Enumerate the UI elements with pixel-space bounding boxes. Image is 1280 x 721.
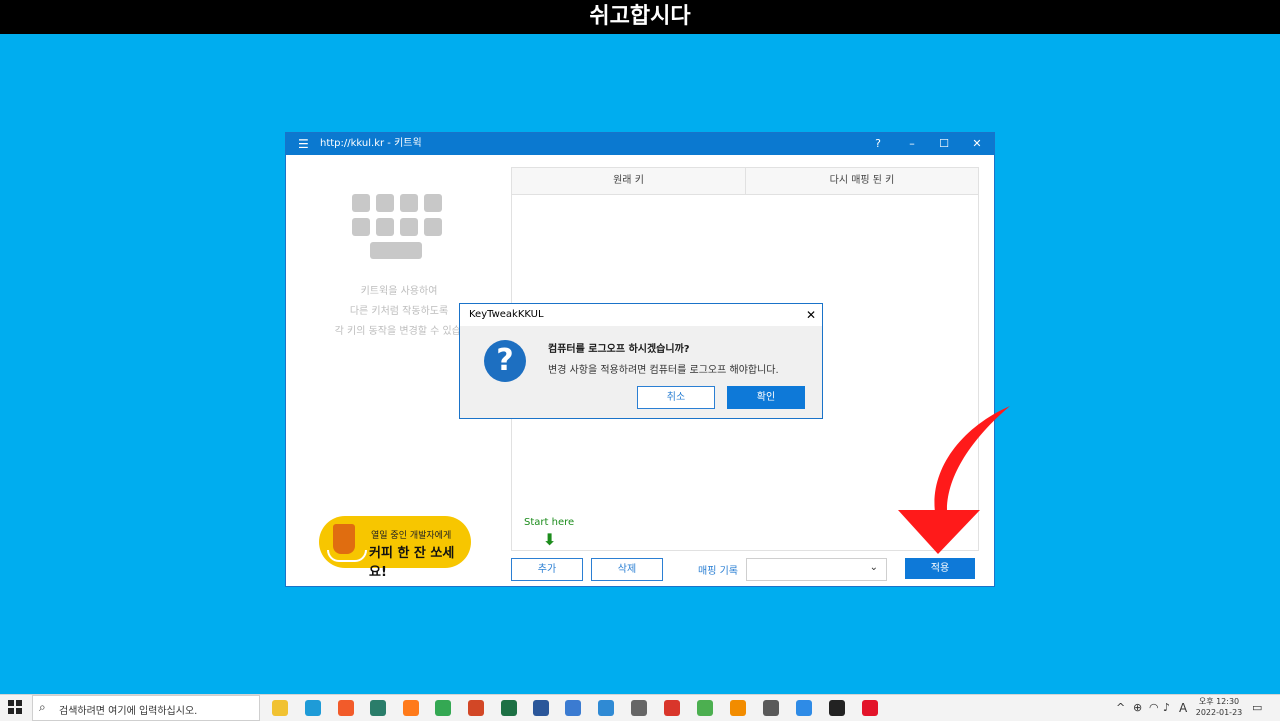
- down-arrow-icon: ⬇: [543, 530, 557, 549]
- word-icon[interactable]: [533, 700, 549, 716]
- vlc-icon[interactable]: [730, 700, 746, 716]
- chevron-up-icon[interactable]: ^: [1116, 701, 1125, 714]
- mapping-history-select[interactable]: ⌄: [746, 558, 887, 581]
- opera-icon[interactable]: [862, 700, 878, 716]
- dialog-question: 컴퓨터를 로그오프 하시겠습니까?: [548, 344, 690, 355]
- ime-indicator[interactable]: A: [1179, 701, 1187, 715]
- close-button[interactable]: ✕: [962, 133, 992, 155]
- search-placeholder: 검색하려면 여기에 입력하십시오.: [59, 706, 198, 717]
- table-header: 원래 키 다시 매핑 된 키: [512, 168, 978, 195]
- cancel-button[interactable]: 취소: [637, 386, 715, 409]
- search-tool-icon[interactable]: [631, 700, 647, 716]
- apply-button[interactable]: 적용: [905, 558, 975, 579]
- red-curved-arrow-icon: [898, 406, 1010, 554]
- chevron-down-icon: ⌄: [869, 562, 878, 573]
- keyboard-icon: [352, 194, 444, 262]
- excel-icon[interactable]: [501, 700, 517, 716]
- question-icon: ?: [484, 340, 526, 382]
- dialog-title: KeyTweakKKUL: [469, 309, 544, 320]
- volume-icon[interactable]: ♪: [1163, 701, 1170, 714]
- wifi-icon[interactable]: ◠: [1149, 701, 1159, 714]
- dialog-titlebar: KeyTweakKKUL ✕: [460, 304, 822, 326]
- powerpoint-icon[interactable]: [468, 700, 484, 716]
- chrome-icon[interactable]: [435, 700, 451, 716]
- start-here-hint: Start here: [524, 517, 575, 528]
- taskbar: ⌕ 검색하려면 여기에 입력하십시오. ^ ⊕ ◠ ♪ A 오후 12:30 2…: [0, 694, 1280, 721]
- coffee-line-1: 열일 중인 개발자에게: [371, 531, 452, 541]
- clock-date: 2022-01-23: [1195, 708, 1243, 717]
- add-button[interactable]: 추가: [511, 558, 583, 581]
- taskbar-search-box[interactable]: ⌕ 검색하려면 여기에 입력하십시오.: [32, 695, 260, 721]
- logoff-dialog: KeyTweakKKUL ✕ ? 컴퓨터를 로그오프 하시겠습니까? 변경 사항…: [459, 303, 823, 419]
- coffee-line-2: 커피 한 잔 쏘세요!: [369, 546, 455, 580]
- clock[interactable]: 오후 12:30 2022-01-23: [1192, 696, 1246, 718]
- col-remapped-key[interactable]: 다시 매핑 된 키: [746, 168, 978, 194]
- clock-time: 오후 12:30: [1198, 697, 1240, 706]
- chrome-dev-icon[interactable]: [796, 700, 812, 716]
- description-line-1: 키트윅을 사용하여: [360, 286, 438, 297]
- remote-desktop-icon[interactable]: [598, 700, 614, 716]
- firefox-icon[interactable]: [403, 700, 419, 716]
- edge-dev-icon[interactable]: [370, 700, 386, 716]
- window-titlebar: ☰ http://kkul.kr - 키트윅 ? – ☐ ✕: [286, 133, 994, 155]
- window-title: http://kkul.kr - 키트윅: [320, 138, 422, 149]
- app-window-icon[interactable]: [565, 700, 581, 716]
- brave-icon[interactable]: [338, 700, 354, 716]
- hamburger-menu-icon[interactable]: ☰: [298, 133, 309, 155]
- dialog-close-icon[interactable]: ✕: [806, 304, 816, 326]
- col-original-key[interactable]: 원래 키: [512, 168, 746, 194]
- calculator-icon[interactable]: [763, 700, 779, 716]
- search-icon: ⌕: [39, 700, 46, 714]
- hand-icon: [327, 550, 367, 562]
- maximize-button[interactable]: ☐: [929, 133, 959, 155]
- delete-button[interactable]: 삭제: [591, 558, 663, 581]
- minimize-button[interactable]: –: [897, 133, 927, 155]
- se-app-icon[interactable]: [664, 700, 680, 716]
- top-banner: 쉬고합시다: [0, 0, 1280, 34]
- mapping-history-label: 매핑 기록: [698, 566, 738, 577]
- file-explorer-icon[interactable]: [272, 700, 288, 716]
- sticky-app-icon[interactable]: [829, 700, 845, 716]
- notification-icon[interactable]: ▭: [1252, 701, 1262, 714]
- edge-icon[interactable]: [305, 700, 321, 716]
- android-app-icon[interactable]: [697, 700, 713, 716]
- help-button[interactable]: ?: [863, 133, 893, 155]
- donate-coffee-button[interactable]: 열일 중인 개발자에게 커피 한 잔 쏘세요!: [319, 516, 471, 580]
- ok-button[interactable]: 확인: [727, 386, 805, 409]
- windows-start-icon[interactable]: [8, 700, 22, 714]
- network-monitor-icon[interactable]: ⊕: [1133, 701, 1142, 714]
- dialog-message: 변경 사항을 적용하려면 컴퓨터를 로그오프 해야합니다.: [548, 365, 779, 376]
